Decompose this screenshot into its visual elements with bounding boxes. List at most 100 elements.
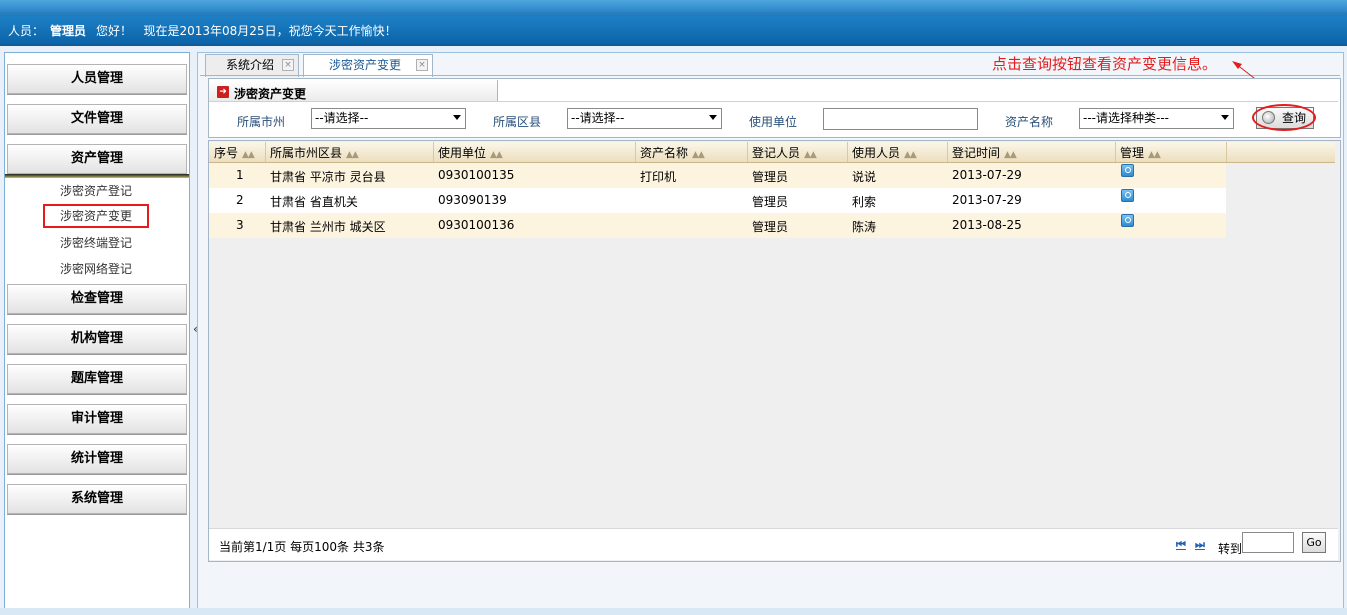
bottom-bar bbox=[0, 608, 1347, 615]
col-label: 使用单位 bbox=[438, 146, 487, 160]
close-icon[interactable]: × bbox=[416, 59, 428, 71]
col-label: 登记人员 bbox=[752, 146, 801, 160]
goto-page-input[interactable] bbox=[1242, 532, 1294, 553]
view-details-icon[interactable] bbox=[1121, 214, 1134, 227]
col-header-asset-name[interactable]: 资产名称 ▲▲ bbox=[640, 144, 705, 161]
menu-inspection[interactable]: 检查管理 bbox=[7, 284, 187, 314]
query-divider bbox=[209, 101, 1338, 102]
cell-index: 3 bbox=[236, 218, 244, 232]
menu-files[interactable]: 文件管理 bbox=[7, 104, 187, 134]
close-icon[interactable]: × bbox=[282, 59, 294, 71]
cell-user: 利索 bbox=[852, 195, 877, 209]
cell-region: 甘肃省 兰州市 城关区 bbox=[270, 220, 386, 234]
user-name: 管理员 bbox=[50, 24, 87, 38]
user-label: 人员： bbox=[8, 24, 45, 38]
sort-icon: ▲▲ bbox=[804, 150, 817, 160]
view-details-icon[interactable] bbox=[1121, 189, 1134, 202]
sort-icon: ▲▲ bbox=[1148, 150, 1161, 160]
col-header-region[interactable]: 所属市州区县 ▲▲ bbox=[270, 144, 359, 161]
col-label: 资产名称 bbox=[640, 146, 689, 160]
col-divider bbox=[433, 142, 434, 162]
chevron-down-icon bbox=[453, 115, 461, 120]
county-select[interactable]: --请选择-- bbox=[567, 108, 722, 129]
cell-index: 2 bbox=[236, 193, 244, 207]
sort-icon: ▲▲ bbox=[692, 150, 705, 160]
menu-separator bbox=[5, 174, 189, 178]
col-label: 登记时间 bbox=[952, 146, 1001, 160]
go-button[interactable]: Go bbox=[1302, 532, 1326, 553]
menu-system[interactable]: 系统管理 bbox=[7, 484, 187, 514]
tab-system-intro[interactable]: 系统介绍 × bbox=[205, 54, 299, 77]
cell-asset-name: 打印机 bbox=[640, 170, 677, 184]
tab-label: 涉密资产变更 bbox=[329, 58, 402, 72]
unit-input[interactable] bbox=[823, 108, 978, 130]
sort-icon: ▲▲ bbox=[904, 150, 917, 160]
cell-user: 陈涛 bbox=[852, 220, 877, 234]
tab-divider bbox=[200, 75, 1340, 76]
sort-icon: ▲▲ bbox=[242, 150, 255, 160]
col-divider bbox=[265, 142, 266, 162]
city-label: 所属市州 bbox=[237, 115, 286, 129]
col-divider bbox=[847, 142, 848, 162]
greeting: 您好！ bbox=[96, 24, 133, 38]
goto-label: 转到 bbox=[1218, 542, 1243, 556]
asset-name-select[interactable]: ---请选择种类--- bbox=[1079, 108, 1234, 129]
cell-registrar: 管理员 bbox=[752, 220, 789, 234]
unit-label: 使用单位 bbox=[749, 115, 798, 129]
col-label: 管理 bbox=[1120, 146, 1145, 160]
first-page-icon[interactable]: ⏮ bbox=[1176, 538, 1186, 552]
sort-icon: ▲▲ bbox=[490, 150, 503, 160]
query-title: 涉密资产变更 bbox=[234, 87, 307, 101]
tab-label: 系统介绍 bbox=[226, 58, 275, 72]
col-divider bbox=[1226, 142, 1227, 162]
cell-reg-time: 2013-07-29 bbox=[952, 193, 1022, 207]
menu-audit[interactable]: 审计管理 bbox=[7, 404, 187, 434]
col-label: 序号 bbox=[214, 146, 239, 160]
cell-reg-time: 2013-08-25 bbox=[952, 218, 1022, 232]
menu-statistics[interactable]: 统计管理 bbox=[7, 444, 187, 474]
col-divider bbox=[1115, 142, 1116, 162]
menu-assets[interactable]: 资产管理 bbox=[7, 144, 187, 174]
sort-icon: ▲▲ bbox=[1004, 150, 1017, 160]
submenu-network-register[interactable]: 涉密网络登记 bbox=[43, 257, 149, 281]
city-select-value: --请选择-- bbox=[315, 111, 369, 125]
col-header-user[interactable]: 使用人员 ▲▲ bbox=[852, 144, 917, 161]
cell-registrar: 管理员 bbox=[752, 195, 789, 209]
cell-user: 说说 bbox=[852, 170, 877, 184]
cell-region: 甘肃省 省直机关 bbox=[270, 195, 358, 209]
cell-unit: 093090139 bbox=[438, 193, 507, 207]
city-select[interactable]: --请选择-- bbox=[311, 108, 466, 129]
col-header-registrar[interactable]: 登记人员 ▲▲ bbox=[752, 144, 817, 161]
pager-summary: 当前第1/1页 每页100条 共3条 bbox=[219, 540, 385, 554]
submenu-asset-change[interactable]: 涉密资产变更 bbox=[43, 204, 149, 228]
menu-organization[interactable]: 机构管理 bbox=[7, 324, 187, 354]
cell-registrar: 管理员 bbox=[752, 170, 789, 184]
sort-icon: ▲▲ bbox=[346, 150, 359, 160]
county-label: 所属区县 bbox=[493, 115, 542, 129]
top-header: 人员： 管理员 您好！ 现在是2013年08月25日，祝您今天工作愉快！ bbox=[0, 0, 1347, 46]
asset-name-label: 资产名称 bbox=[1005, 115, 1054, 129]
header-banner bbox=[0, 0, 1347, 12]
chevron-down-icon bbox=[709, 115, 717, 120]
menu-question-bank[interactable]: 题库管理 bbox=[7, 364, 187, 394]
col-divider bbox=[747, 142, 748, 162]
county-select-value: --请选择-- bbox=[571, 111, 625, 125]
submenu-terminal-register[interactable]: 涉密终端登记 bbox=[43, 231, 149, 255]
col-header-index[interactable]: 序号 ▲▲ bbox=[214, 144, 255, 161]
date-text: 现在是2013年08月25日，祝您今天工作愉快！ bbox=[143, 24, 397, 38]
table-row[interactable] bbox=[209, 188, 1226, 213]
col-divider bbox=[635, 142, 636, 162]
tab-asset-change[interactable]: 涉密资产变更 × bbox=[303, 54, 433, 77]
last-page-icon[interactable]: ⏭ bbox=[1195, 538, 1205, 552]
query-button-highlight bbox=[1252, 104, 1316, 131]
cell-unit: 0930100136 bbox=[438, 218, 515, 232]
col-divider bbox=[947, 142, 948, 162]
col-header-unit[interactable]: 使用单位 ▲▲ bbox=[438, 144, 503, 161]
col-header-manage[interactable]: 管理 ▲▲ bbox=[1120, 144, 1161, 161]
view-details-icon[interactable] bbox=[1121, 164, 1134, 177]
col-label: 使用人员 bbox=[852, 146, 901, 160]
cell-unit: 0930100135 bbox=[438, 168, 515, 182]
menu-personnel[interactable]: 人员管理 bbox=[7, 64, 187, 94]
submenu-asset-register[interactable]: 涉密资产登记 bbox=[43, 179, 149, 203]
col-header-reg-time[interactable]: 登记时间 ▲▲ bbox=[952, 144, 1017, 161]
